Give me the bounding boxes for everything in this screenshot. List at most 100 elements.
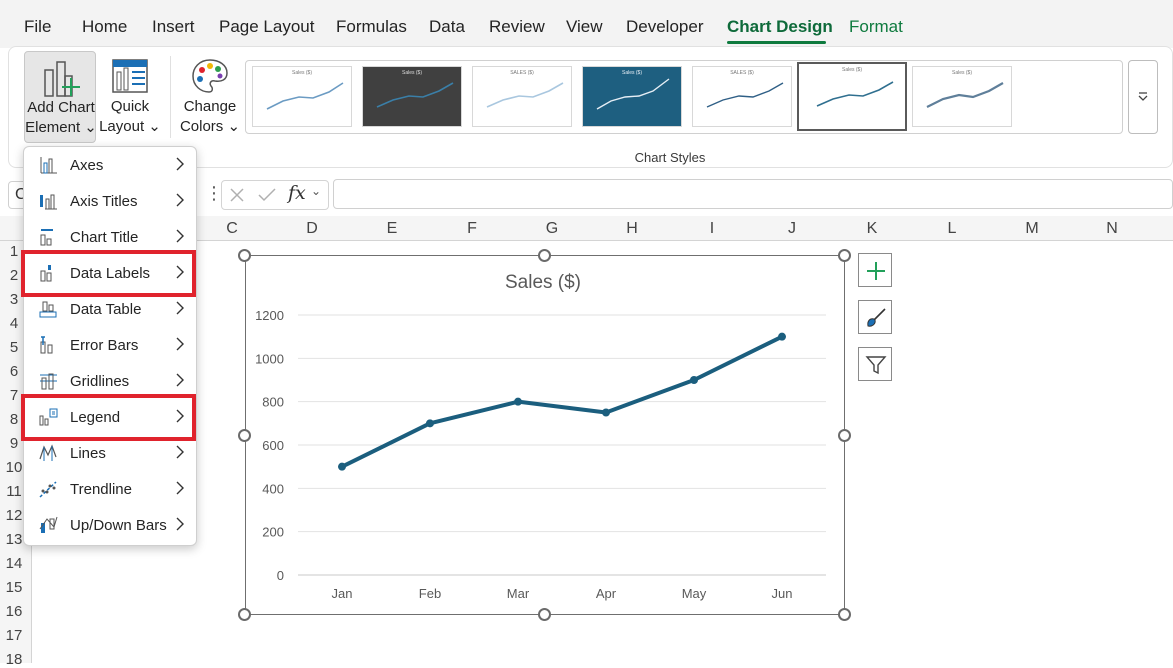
row-header-17[interactable]: 17 xyxy=(0,627,28,644)
resize-handle-top-right[interactable] xyxy=(838,249,851,262)
chart-style-7[interactable]: Sales ($) xyxy=(912,66,1012,127)
chart-filters-button[interactable] xyxy=(858,347,892,381)
tab-home[interactable]: Home xyxy=(82,17,127,37)
menu-item-trendline[interactable]: Trendline xyxy=(24,471,196,507)
formula-input[interactable] xyxy=(333,179,1173,209)
column-header-m[interactable]: M xyxy=(992,220,1072,238)
menu-item-axis-titles[interactable]: Axis Titles xyxy=(24,183,196,219)
tab-format[interactable]: Format xyxy=(849,17,903,37)
chart-area[interactable]: Sales ($) 0 200 400 600 800 1000 1200 Jan Feb Ma… xyxy=(245,255,845,615)
chart-styles-button[interactable] xyxy=(858,300,892,334)
y-tick-label: 400 xyxy=(262,481,284,496)
x-tick-label: Mar xyxy=(507,586,530,601)
column-header-g[interactable]: G xyxy=(512,220,592,238)
resize-handle-bottom[interactable] xyxy=(538,608,551,621)
column-header-f[interactable]: F xyxy=(432,220,512,238)
tab-data[interactable]: Data xyxy=(429,17,465,37)
menu-item-axes[interactable]: Axes xyxy=(24,147,196,183)
data-point[interactable] xyxy=(690,376,698,384)
y-tick-label: 600 xyxy=(262,438,284,453)
chevron-right-icon xyxy=(176,229,184,243)
tab-developer[interactable]: Developer xyxy=(626,17,704,37)
column-header-k[interactable]: K xyxy=(832,220,912,238)
error-bars-icon xyxy=(40,336,53,354)
cancel-entry-icon[interactable] xyxy=(229,187,245,203)
color-palette-icon xyxy=(192,59,228,93)
column-header-c[interactable]: C xyxy=(192,220,272,238)
chart-style-5[interactable]: SALES ($) xyxy=(692,66,792,127)
column-header-l[interactable]: L xyxy=(912,220,992,238)
column-header-j[interactable]: J xyxy=(752,220,832,238)
tab-view[interactable]: View xyxy=(566,17,603,37)
chart-style-3[interactable]: SALES ($) xyxy=(472,66,572,127)
data-point[interactable] xyxy=(778,332,786,341)
y-tick-label: 200 xyxy=(262,525,284,540)
chevron-right-icon xyxy=(176,481,184,495)
column-header-e[interactable]: E xyxy=(352,220,432,238)
chart-style-2[interactable]: Sales ($) xyxy=(362,66,462,127)
row-header-15[interactable]: 15 xyxy=(0,579,28,596)
chevron-right-icon xyxy=(176,337,184,351)
quick-layout-button[interactable]: Quick Layout ⌄ xyxy=(98,51,162,143)
insert-function-button[interactable]: fx xyxy=(288,182,306,204)
row-header-14[interactable]: 14 xyxy=(0,555,28,572)
tab-insert[interactable]: Insert xyxy=(152,17,195,37)
data-point[interactable] xyxy=(338,462,346,471)
data-point[interactable] xyxy=(602,408,610,417)
x-tick-label: Jan xyxy=(332,586,353,601)
chart-style-1[interactable]: Sales ($) xyxy=(252,66,352,127)
chart-title[interactable]: Sales ($) xyxy=(505,272,581,293)
x-tick-label: Apr xyxy=(596,586,617,601)
chart-style-6-selected[interactable]: Sales ($) xyxy=(797,62,907,131)
data-point[interactable] xyxy=(514,397,522,406)
chevron-right-icon xyxy=(176,373,184,387)
trendline-icon xyxy=(39,481,57,498)
data-point[interactable] xyxy=(426,419,434,428)
menu-item-error-bars[interactable]: Error Bars xyxy=(24,327,196,363)
chart-style-4[interactable]: Sales ($) xyxy=(582,66,682,127)
y-tick-label: 1000 xyxy=(255,351,284,366)
resize-handle-top-left[interactable] xyxy=(238,249,251,262)
x-tick-label: Jun xyxy=(772,586,793,601)
add-chart-element-button[interactable]: Add Chart Element ⌄ xyxy=(24,51,97,143)
x-tick-label: May xyxy=(682,586,707,601)
resize-handle-left[interactable] xyxy=(238,429,251,442)
column-header-d[interactable]: D xyxy=(272,220,352,238)
tab-chart-design[interactable]: Chart Design xyxy=(727,17,833,37)
resize-handle-bottom-right[interactable] xyxy=(838,608,851,621)
confirm-entry-icon[interactable] xyxy=(257,187,277,203)
function-dropdown-icon[interactable]: ⌄ xyxy=(311,184,321,198)
active-tab-indicator xyxy=(727,41,826,44)
chevron-right-icon xyxy=(176,193,184,207)
ribbon-separator xyxy=(170,56,171,138)
tab-review[interactable]: Review xyxy=(489,17,545,37)
y-tick-label: 800 xyxy=(262,395,284,410)
chevron-right-icon xyxy=(176,157,184,171)
paintbrush-icon xyxy=(867,308,886,327)
menu-item-up-down-bars[interactable]: Up/Down Bars xyxy=(24,507,196,543)
column-header-h[interactable]: H xyxy=(592,220,672,238)
y-tick-label: 0 xyxy=(277,568,284,583)
tab-formulas[interactable]: Formulas xyxy=(336,17,407,37)
row-header-18[interactable]: 18 xyxy=(0,651,28,668)
data-table-icon xyxy=(39,301,57,318)
chart-elements-button[interactable] xyxy=(858,253,892,287)
quick-layout-icon xyxy=(112,59,148,93)
resize-handle-right[interactable] xyxy=(838,429,851,442)
x-tick-label: Feb xyxy=(419,586,441,601)
change-colors-button[interactable]: Change Colors ⌄ xyxy=(178,51,242,143)
up-down-bars-icon xyxy=(39,516,58,533)
gallery-more-button[interactable] xyxy=(1128,60,1158,134)
filter-icon xyxy=(865,356,887,375)
resize-handle-top[interactable] xyxy=(538,249,551,262)
gridlines-icon xyxy=(40,373,57,390)
highlight-legend xyxy=(21,394,196,441)
add-chart-element-icon xyxy=(44,61,80,97)
column-header-i[interactable]: I xyxy=(672,220,752,238)
row-header-16[interactable]: 16 xyxy=(0,603,28,620)
plus-icon xyxy=(867,262,885,280)
tab-page-layout[interactable]: Page Layout xyxy=(219,17,314,37)
resize-handle-bottom-left[interactable] xyxy=(238,608,251,621)
tab-file[interactable]: File xyxy=(24,17,51,37)
column-header-n[interactable]: N xyxy=(1072,220,1152,238)
